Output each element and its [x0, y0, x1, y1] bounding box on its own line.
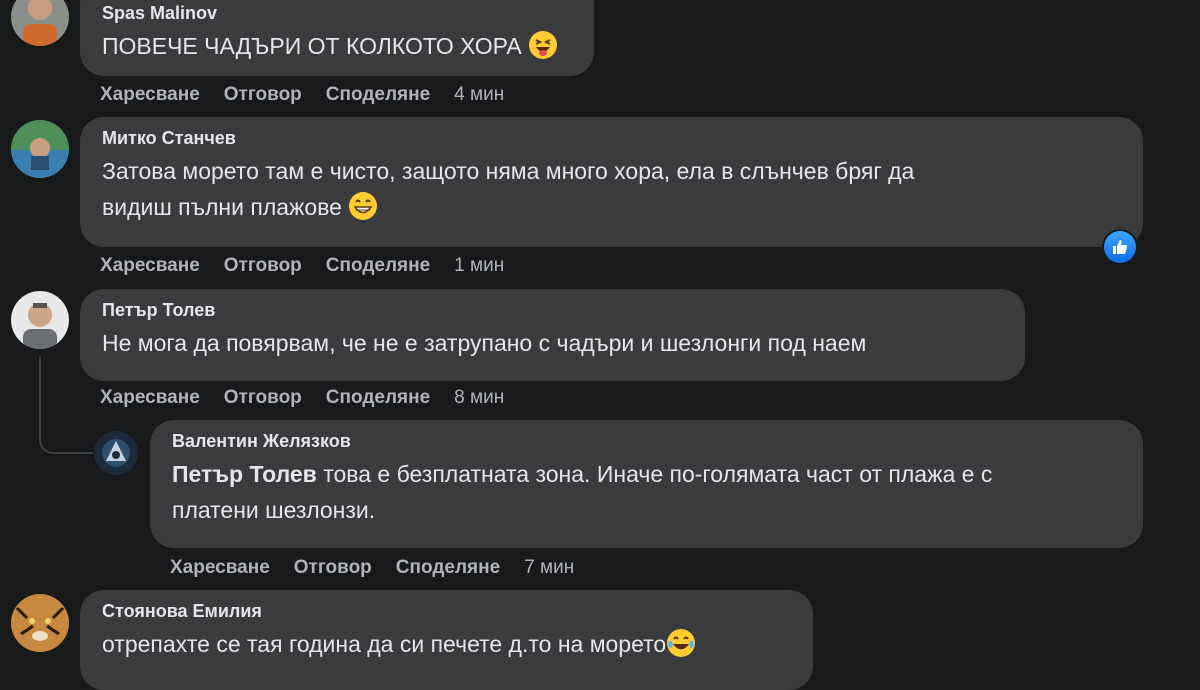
comment-author[interactable]: Митко Станчев — [102, 127, 1121, 149]
comment-text: отрепахте се тая година да си печете д.т… — [102, 626, 791, 662]
avatar-valentin-zhelyazkov[interactable] — [94, 431, 138, 475]
comment-bubble: Стоянова Емилия отрепахте се тая година … — [80, 590, 813, 690]
comment-time[interactable]: 8 мин — [454, 386, 504, 410]
comment-text: ПОВЕЧЕ ЧАДЪРИ ОТ КОЛКОТО ХОРА — [102, 28, 572, 64]
share-button[interactable]: Споделяне — [326, 386, 430, 410]
like-button[interactable]: Харесване — [100, 386, 200, 410]
laughing-tongue-emoji-icon — [528, 30, 558, 60]
comment-text: Петър Толев това е безплатната зона. Ина… — [172, 461, 993, 523]
avatar-spas-malinov[interactable] — [11, 0, 69, 46]
reply-button[interactable]: Отговор — [224, 386, 302, 410]
comment-actions: Харесване Отговор Споделяне 7 мин — [170, 556, 574, 580]
mention-link[interactable]: Петър Толев — [172, 461, 317, 487]
comment-text: Не мога да повярвам, че не е затрупано с… — [102, 330, 867, 356]
comment-bubble: Митко Станчев Затова морето там е чисто,… — [80, 117, 1143, 247]
like-icon — [1104, 231, 1136, 263]
comment-time[interactable]: 1 мин — [454, 254, 504, 278]
reply-thread-line — [39, 356, 93, 454]
comment-time[interactable]: 4 мин — [454, 83, 504, 107]
comment-text: Затова морето там е чисто, защото няма м… — [102, 158, 915, 221]
comment-actions: Харесване Отговор Споделяне 1 мин — [100, 254, 504, 278]
comment-time[interactable]: 7 мин — [524, 556, 574, 580]
like-button[interactable]: Харесване — [100, 254, 200, 278]
comment-author[interactable]: Стоянова Емилия — [102, 600, 791, 622]
reply-button[interactable]: Отговор — [224, 83, 302, 107]
avatar-petar-tolev[interactable] — [11, 291, 69, 349]
comment-author[interactable]: Валентин Желязков — [172, 430, 1121, 452]
like-button[interactable]: Харесване — [100, 83, 200, 107]
grinning-emoji-icon — [348, 191, 378, 221]
comment-actions: Харесване Отговор Споделяне 4 мин — [100, 83, 504, 107]
avatar-stoyanova-emilia[interactable] — [11, 594, 69, 652]
reply-bubble: Валентин Желязков Петър Толев това е без… — [150, 420, 1143, 548]
comment-actions: Харесване Отговор Споделяне 8 мин — [100, 386, 504, 410]
reply-button[interactable]: Отговор — [294, 556, 372, 580]
like-reaction-badge[interactable] — [1102, 229, 1138, 265]
comment-bubble: Spas Malinov ПОВЕЧЕ ЧАДЪРИ ОТ КОЛКОТО ХО… — [80, 0, 594, 76]
comment-bubble: Петър Толев Не мога да повярвам, че не е… — [80, 289, 1025, 381]
share-button[interactable]: Споделяне — [396, 556, 500, 580]
like-button[interactable]: Харесване — [170, 556, 270, 580]
avatar-mitko-stanchev[interactable] — [11, 120, 69, 178]
share-button[interactable]: Споделяне — [326, 83, 430, 107]
share-button[interactable]: Споделяне — [326, 254, 430, 278]
tears-of-joy-emoji-icon — [666, 628, 696, 658]
comment-author[interactable]: Spas Malinov — [102, 2, 572, 24]
reply-button[interactable]: Отговор — [224, 254, 302, 278]
comment-author[interactable]: Петър Толев — [102, 299, 1003, 321]
